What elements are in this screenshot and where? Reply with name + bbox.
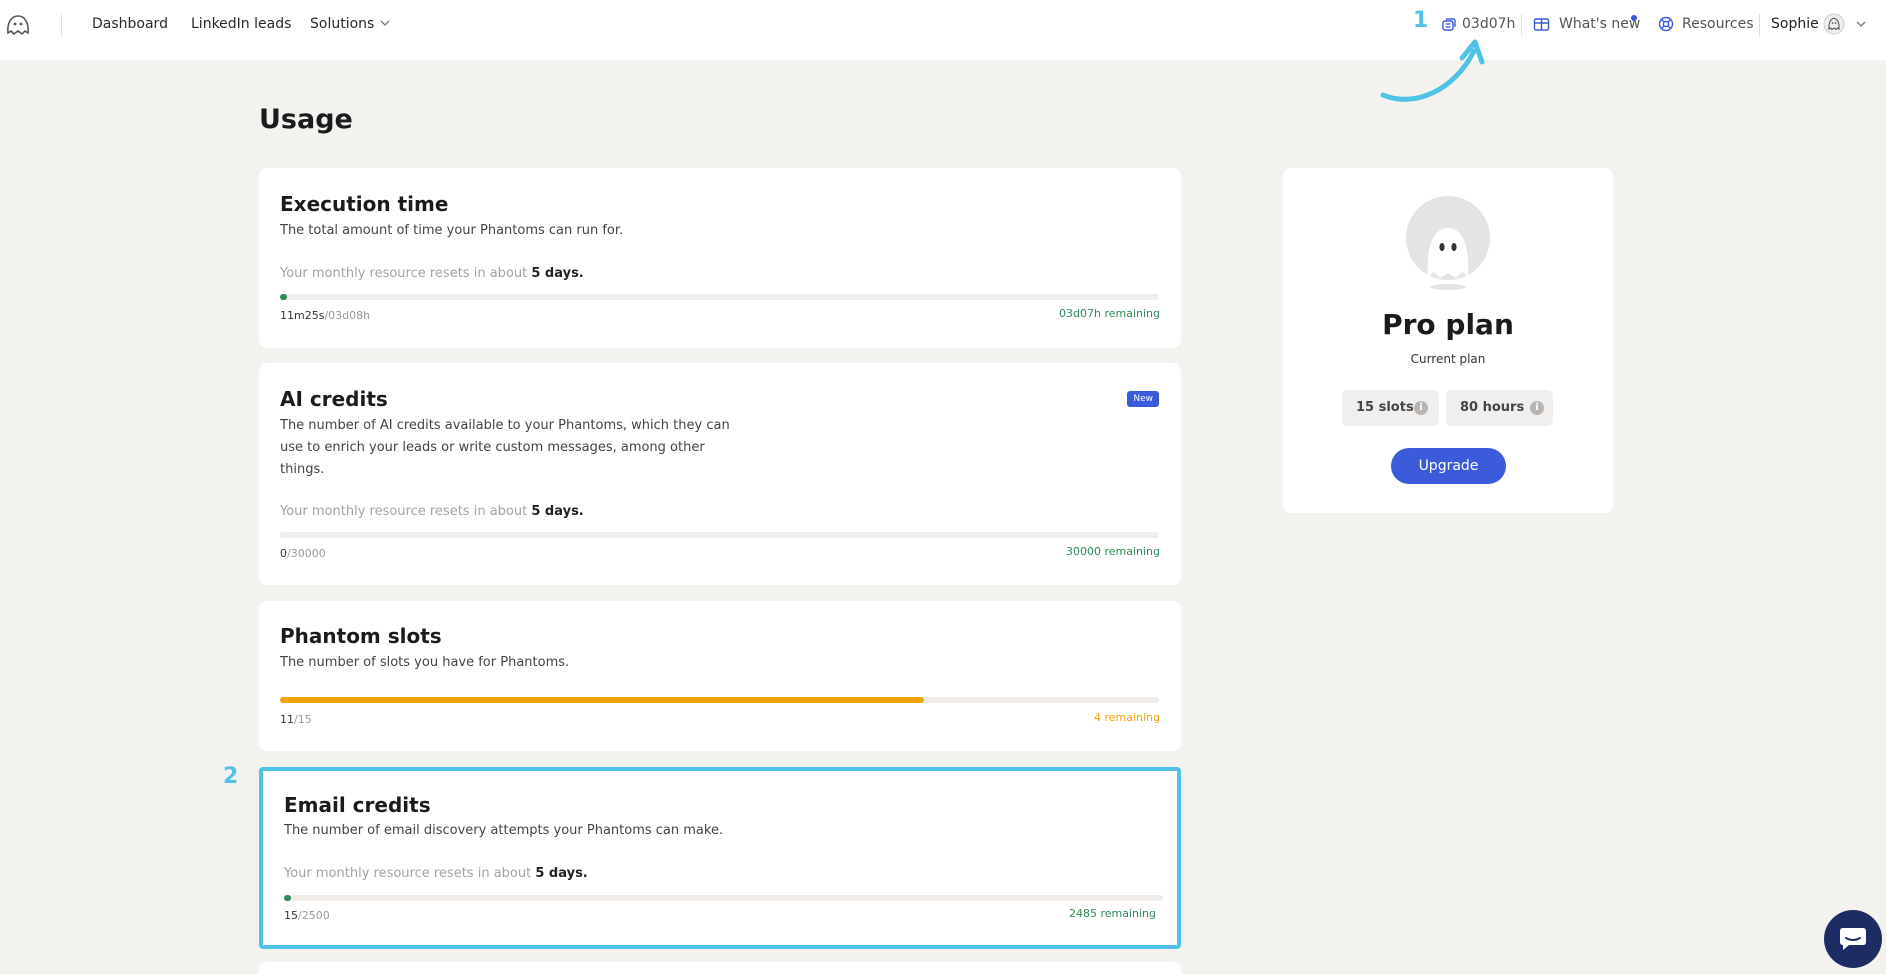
remaining-value: 2485 remaining — [1068, 907, 1156, 920]
progress-fill — [284, 895, 291, 901]
top-bar: Dashboard LinkedIn leads Solutions 1 03d… — [0, 0, 1886, 60]
usage-value: 0/30000 — [280, 547, 326, 560]
card-title: Phantom slots — [280, 624, 442, 648]
chevron-down-icon[interactable] — [1856, 19, 1866, 29]
chevron-down-icon[interactable] — [380, 18, 390, 28]
nav-divider — [61, 14, 62, 36]
new-badge: New — [1127, 391, 1159, 407]
lifebuoy-icon — [1658, 16, 1674, 32]
resources-link[interactable]: Resources — [1682, 14, 1754, 34]
annotation-arrow-icon — [1380, 39, 1485, 102]
plan-name: Pro plan — [1382, 308, 1514, 341]
nav-solutions[interactable]: Solutions — [310, 14, 374, 34]
slots-label: 15 slots — [1356, 400, 1414, 415]
next-card-partial — [259, 962, 1181, 974]
avatar[interactable] — [1823, 13, 1845, 35]
info-icon[interactable]: i — [1530, 401, 1544, 415]
card-title: Email credits — [284, 793, 431, 817]
card-description: The total amount of time your Phantoms c… — [280, 223, 624, 238]
usage-value: 11/15 — [280, 713, 312, 726]
ai-credits-card: AI credits New The number of AI credits … — [259, 363, 1181, 585]
notification-dot — [1631, 15, 1637, 21]
ghost-mascot-icon — [1406, 196, 1490, 290]
card-title: AI credits — [280, 387, 388, 411]
annotation-marker-1: 1 — [1413, 8, 1429, 33]
plan-card: Pro plan Current plan 15 slots i 80 hour… — [1283, 168, 1613, 513]
progress-fill — [280, 697, 924, 703]
card-description: The number of slots you have for Phantom… — [280, 655, 570, 670]
progress-track — [284, 895, 1163, 901]
reset-notice: Your monthly resource resets in about 5 … — [280, 266, 584, 281]
progress-track — [280, 294, 1159, 300]
progress-track — [280, 532, 1159, 538]
remaining-value: 03d07h remaining — [1059, 307, 1160, 320]
hours-label: 80 hours — [1460, 400, 1525, 415]
page-title: Usage — [259, 104, 353, 135]
card-title: Execution time — [280, 192, 449, 216]
email-credits-card: Email credits The number of email discov… — [259, 767, 1181, 949]
header-divider — [1521, 14, 1522, 36]
plan-subtitle: Current plan — [1410, 352, 1486, 366]
hours-pill: 80 hours i — [1446, 390, 1553, 426]
card-description: The number of email discovery attempts y… — [284, 823, 724, 838]
reset-notice: Your monthly resource resets in about 5 … — [284, 866, 588, 881]
usage-value: 15/2500 — [284, 909, 330, 922]
info-icon[interactable]: i — [1414, 401, 1428, 415]
reset-notice: Your monthly resource resets in about 5 … — [280, 504, 584, 519]
execution-time-card: Execution time The total amount of time … — [259, 168, 1181, 348]
progress-track — [280, 697, 1159, 703]
execution-time-icon — [1442, 18, 1456, 31]
progress-fill — [280, 294, 287, 300]
slots-pill: 15 slots i — [1342, 390, 1439, 426]
chat-support-button[interactable] — [1824, 910, 1882, 968]
time-remaining-indicator[interactable]: 03d07h — [1462, 14, 1515, 34]
whats-new-link[interactable]: What's new — [1559, 14, 1640, 34]
phantom-slots-card: Phantom slots The number of slots you ha… — [259, 601, 1181, 751]
remaining-value: 30000 remaining — [1065, 545, 1160, 558]
upgrade-button[interactable]: Upgrade — [1391, 448, 1506, 484]
nav-dashboard[interactable]: Dashboard — [92, 14, 168, 34]
remaining-value: 4 remaining — [1093, 711, 1160, 724]
header-divider — [1759, 14, 1760, 36]
card-description: The number of AI credits available to yo… — [280, 418, 730, 477]
gift-icon — [1533, 18, 1550, 31]
annotation-marker-2: 2 — [223, 764, 239, 789]
nav-linkedin-leads[interactable]: LinkedIn leads — [191, 14, 291, 34]
user-name[interactable]: Sophie — [1771, 14, 1819, 34]
usage-value: 11m25s/03d08h — [280, 309, 371, 322]
chat-icon — [1840, 928, 1866, 950]
phantombuster-logo-icon[interactable] — [4, 11, 32, 39]
